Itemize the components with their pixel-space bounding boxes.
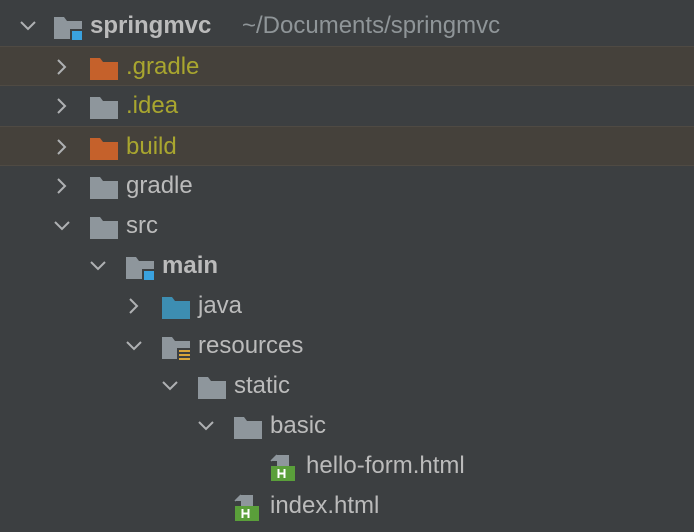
tree-row-src[interactable]: src (0, 206, 694, 246)
tree-label: static (234, 372, 291, 399)
tree-row-basic[interactable]: basic (0, 406, 694, 446)
html-file-icon (233, 486, 263, 526)
tree-label: .idea (126, 92, 179, 119)
module-folder-icon (53, 6, 83, 46)
tree-label-root: springmvc (90, 12, 212, 39)
tree-label: gradle (126, 172, 193, 199)
tree-row-gradle[interactable]: gradle (0, 166, 694, 206)
tree-row-java[interactable]: java (0, 286, 694, 326)
html-file-icon (269, 446, 299, 486)
tree-label: .gradle (126, 53, 200, 80)
chevron-down-icon[interactable] (160, 366, 180, 406)
chevron-right-icon[interactable] (52, 166, 72, 206)
tree-label: hello-form.html (306, 452, 465, 479)
folder-icon (89, 166, 119, 206)
tree-label: basic (270, 412, 327, 439)
chevron-right-icon[interactable] (52, 86, 72, 126)
tree-row-springmvc[interactable]: springmvc ~/Documents/springmvc (0, 6, 694, 46)
folder-icon (89, 206, 119, 246)
tree-row-index-html[interactable]: index.html (0, 486, 694, 526)
folder-icon (197, 366, 227, 406)
chevron-down-icon[interactable] (52, 206, 72, 246)
tree-row-build[interactable]: build (0, 126, 694, 166)
chevron-right-icon[interactable] (52, 47, 72, 87)
tree-row-idea[interactable]: .idea (0, 86, 694, 126)
tree-row-static[interactable]: static (0, 366, 694, 406)
tree-label: resources (198, 332, 304, 359)
tree-row-main[interactable]: main (0, 246, 694, 286)
tree-label: java (198, 292, 243, 319)
tree-row-resources[interactable]: resources (0, 326, 694, 366)
tree-label: build (126, 133, 177, 160)
chevron-down-icon[interactable] (124, 326, 144, 366)
excluded-folder-icon (89, 47, 119, 87)
project-path: ~/Documents/springmvc (242, 12, 501, 39)
folder-icon (89, 86, 119, 126)
tree-row-hello-form-html[interactable]: hello-form.html (0, 446, 694, 486)
chevron-right-icon[interactable] (124, 286, 144, 326)
chevron-right-icon[interactable] (52, 127, 72, 167)
resources-folder-icon (161, 326, 192, 366)
project-tree: springmvc ~/Documents/springmvc .gradle … (0, 0, 694, 532)
tree-label: src (126, 212, 158, 239)
tree-label: main (162, 252, 219, 279)
module-folder-icon (125, 246, 155, 286)
tree-label: index.html (270, 492, 380, 519)
chevron-down-icon[interactable] (88, 246, 108, 286)
chevron-down-icon[interactable] (196, 406, 216, 446)
source-folder-icon (161, 286, 191, 326)
tree-row-gradle-cache[interactable]: .gradle (0, 46, 694, 86)
folder-icon (233, 406, 263, 446)
chevron-down-icon[interactable] (18, 6, 38, 46)
excluded-folder-icon (89, 127, 119, 167)
